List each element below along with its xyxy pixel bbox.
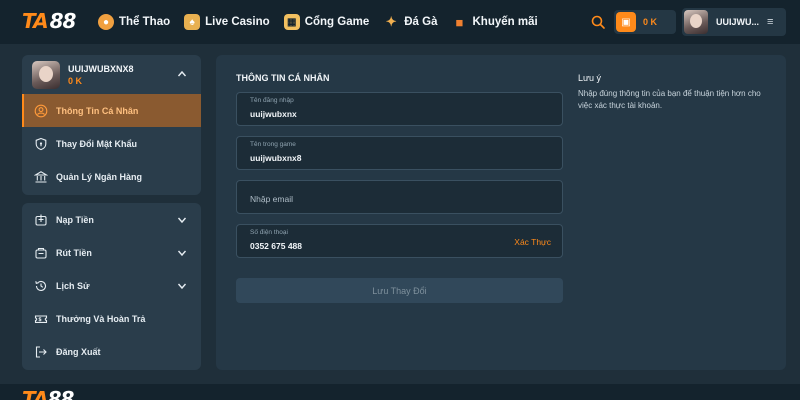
footer: TA 88: [0, 384, 800, 400]
profile-header[interactable]: UUIJWUBXNX8 0 K: [22, 55, 201, 94]
nav-item-live-casino[interactable]: ♠ Live Casino: [184, 14, 270, 30]
logo-text-left: TA: [22, 387, 49, 400]
email-field[interactable]: Nhập email: [236, 180, 563, 214]
nav-item-cockfight[interactable]: ✦ Đá Gà: [383, 14, 438, 30]
sidebar-item-label: Đăng Xuất: [56, 346, 101, 357]
phone-field[interactable]: Số điện thoại 0352 675 488 Xác Thực: [236, 224, 563, 258]
top-nav-bar: TA 88 ● Thể Thao ♠ Live Casino ▦ Cổng Ga…: [0, 0, 800, 44]
logo-text-right: 88: [47, 387, 75, 400]
chevron-up-icon[interactable]: [177, 69, 187, 79]
svg-text:$: $: [38, 317, 42, 323]
brand-logo[interactable]: TA 88: [22, 9, 77, 33]
wallet-balance[interactable]: ▣ 0 K: [614, 10, 676, 34]
personal-info-panel: THÔNG TIN CÁ NHÂN Tên đăng nhập uuijwubx…: [216, 55, 786, 370]
logo-text-left: TA: [22, 9, 49, 33]
field-label: Tên trong game: [250, 141, 296, 148]
user-circle-icon: [34, 104, 48, 117]
hamburger-icon[interactable]: ≡: [767, 16, 773, 28]
shield-icon: [35, 137, 47, 150]
sidebar-item-deposit[interactable]: Nạp Tiền: [22, 203, 201, 236]
username-field[interactable]: Tên đăng nhập uuijwubxnx: [236, 92, 563, 126]
field-label: Số điện thoại: [250, 229, 288, 236]
avatar: [32, 61, 60, 89]
nav-label: Cổng Game: [304, 16, 370, 28]
chevron-down-icon: [177, 217, 187, 224]
deposit-icon: [35, 214, 47, 226]
withdraw-icon: [35, 247, 47, 259]
sidebar-item-label: Lịch Sử: [56, 280, 90, 291]
bank-icon: [34, 170, 48, 183]
soccer-icon: ●: [98, 14, 114, 30]
nav-label: Live Casino: [205, 16, 270, 28]
game-icon: ▦: [283, 14, 300, 30]
ticket-icon: $: [34, 314, 48, 323]
chevron-down-icon: [177, 283, 187, 290]
chevron-down-icon: [177, 250, 187, 257]
rooster-icon: ✦: [385, 14, 397, 29]
nav-label: Đá Gà: [404, 16, 438, 28]
gift-icon: ■: [455, 14, 464, 30]
wallet-icon: ▣: [616, 12, 636, 32]
nav-label: Khuyến mãi: [472, 16, 538, 28]
history-icon: [35, 280, 47, 291]
sidebar-item-bank-management[interactable]: Quản Lý Ngân Hàng: [22, 160, 201, 193]
field-value: uuijwubxnx8: [250, 153, 302, 163]
sidebar-item-label: Thay Đổi Mật Khẩu: [56, 138, 138, 149]
sidebar-item-label: Quản Lý Ngân Hàng: [56, 171, 143, 182]
nav-label: Thể Thao: [119, 16, 171, 28]
user-menu[interactable]: UUIJWU... ≡: [682, 8, 786, 36]
sidebar-item-label: Thông Tin Cá Nhân: [56, 105, 139, 116]
nav-item-sports[interactable]: ● Thể Thao: [98, 14, 170, 30]
sidebar-item-withdraw[interactable]: Rút Tiền: [22, 236, 201, 269]
field-value: uuijwubxnx: [250, 109, 297, 119]
logo-text-right: 88: [49, 9, 77, 33]
profile-username: UUIJWUBXNX8: [68, 64, 134, 74]
footer-logo[interactable]: TA 88: [22, 387, 75, 400]
sidebar-item-rewards[interactable]: $ Thưởng Và Hoàn Trả: [22, 302, 201, 335]
sidebar-item-logout[interactable]: Đăng Xuất: [22, 335, 201, 368]
note-title: Lưu ý: [578, 73, 602, 83]
nav-item-promotions[interactable]: ■ Khuyến mãi: [451, 14, 538, 30]
search-icon[interactable]: [590, 14, 606, 30]
sidebar-menu: Nạp Tiền Rút Tiền Lịch Sử $ Thưởng Và Ho…: [22, 203, 201, 370]
avatar: [684, 10, 708, 34]
sidebar-item-label: Thưởng Và Hoàn Trả: [56, 313, 146, 324]
sidebar-item-label: Nạp Tiền: [56, 214, 94, 225]
profile-card: UUIJWUBXNX8 0 K Thông Tin Cá Nhân Thay Đ…: [22, 55, 201, 195]
sidebar-item-change-password[interactable]: Thay Đổi Mật Khẩu: [22, 127, 201, 160]
note-text: Nhập đúng thông tin của bạn để thuận tiệ…: [578, 89, 761, 110]
profile-balance: 0 K: [68, 76, 83, 86]
ingame-name-field[interactable]: Tên trong game uuijwubxnx8: [236, 136, 563, 170]
field-label: Tên đăng nhập: [250, 97, 294, 104]
field-value: 0352 675 488: [250, 241, 302, 251]
field-placeholder: Nhập email: [250, 194, 293, 204]
sidebar-item-personal-info[interactable]: Thông Tin Cá Nhân: [22, 94, 201, 127]
verify-phone-button[interactable]: Xác Thực: [514, 237, 551, 247]
page-title: THÔNG TIN CÁ NHÂN: [236, 73, 330, 83]
nav-item-games[interactable]: ▦ Cổng Game: [283, 14, 370, 30]
logout-icon: [35, 345, 47, 358]
header-username: UUIJWU...: [716, 17, 760, 27]
cards-icon: ♠: [184, 14, 201, 30]
header-balance: 0 K: [643, 17, 658, 27]
sidebar-item-label: Rút Tiền: [56, 247, 92, 258]
main-nav: ● Thể Thao ♠ Live Casino ▦ Cổng Game ✦ Đ…: [98, 0, 538, 44]
sidebar-item-history[interactable]: Lịch Sử: [22, 269, 201, 302]
save-changes-button[interactable]: Lưu Thay Đổi: [236, 278, 563, 303]
